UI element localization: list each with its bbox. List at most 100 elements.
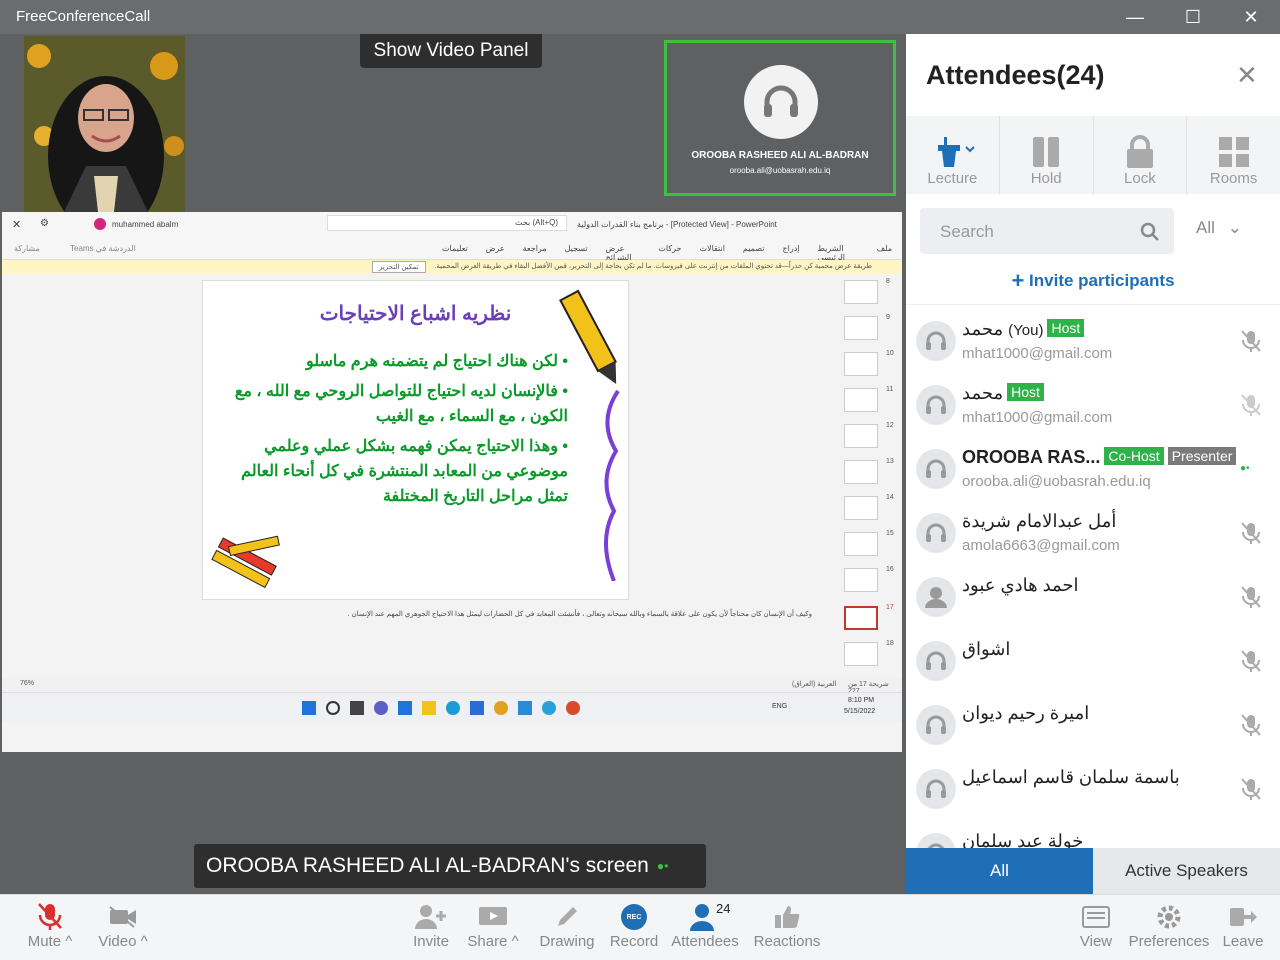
- chrome-icon: [494, 701, 508, 715]
- lock-button[interactable]: Lock: [1094, 116, 1188, 194]
- thumb-number: 15: [886, 530, 894, 537]
- hold-button[interactable]: Hold: [1000, 116, 1094, 194]
- chevron-up-icon[interactable]: ^: [141, 933, 148, 950]
- screen-owner-label: OROOBA RASHEED ALI AL-BADRAN's screen: [206, 854, 649, 877]
- leave-button[interactable]: Leave: [1220, 901, 1266, 950]
- chevron-down-icon: ⌄: [1227, 218, 1242, 237]
- attendee-row[interactable]: اشواق: [906, 629, 1280, 693]
- share-label: Share: [467, 933, 508, 950]
- attendee-email: mhat1000@gmail.com: [962, 345, 1113, 362]
- attendee-row[interactable]: احمد هادي عبود: [906, 565, 1280, 629]
- slide-bullet: • لكن هناك احتياج لم يتضمنه هرم ماسلو: [305, 353, 568, 370]
- warning-text: طريقة عرض محمية كن حذراً—قد تحتوي الملفا…: [434, 263, 872, 270]
- video-button[interactable]: Video ^: [90, 901, 156, 950]
- mic-muted-icon[interactable]: [1240, 777, 1262, 801]
- mic-muted-icon[interactable]: [1240, 393, 1262, 417]
- share-button[interactable]: Share ^: [460, 901, 526, 950]
- headset-icon: [916, 321, 956, 361]
- taskbar-clock-date: 5/15/2022: [844, 708, 876, 715]
- chevron-up-icon[interactable]: ^: [512, 933, 519, 950]
- zoom-app-icon: [518, 701, 532, 715]
- lecture-button[interactable]: Lecture: [906, 116, 1000, 194]
- attendee-row[interactable]: اميرة رحيم ديوان: [906, 693, 1280, 757]
- headset-icon: [916, 769, 956, 809]
- active-speaker-tile[interactable]: OROOBA RASHEED ALI AL-BADRAN orooba.ali@…: [664, 40, 896, 196]
- preferences-label: Preferences: [1128, 933, 1210, 950]
- search-icon: [326, 701, 340, 715]
- attendee-name: OROOBA RAS... Co-Host Presenter: [962, 447, 1237, 468]
- mute-button[interactable]: Mute ^: [18, 901, 82, 950]
- filter-dropdown[interactable]: All ⌄: [1196, 218, 1242, 238]
- rooms-button[interactable]: Rooms: [1187, 116, 1280, 194]
- reactions-button[interactable]: Reactions: [752, 901, 822, 950]
- slide-thumbnail: [844, 316, 878, 340]
- powerpoint-ribbon: ✕ ⚙ muhammed abalm بحث (Alt+Q) برنامج بن…: [2, 212, 902, 262]
- attendee-name: محمد Host: [962, 383, 1044, 404]
- close-panel-icon[interactable]: ✕: [1236, 60, 1258, 91]
- attendee-email: orooba.ali@uobasrah.edu.iq: [962, 473, 1151, 490]
- title-bar: FreeConferenceCall — ☐ ✕: [0, 0, 1280, 34]
- attendee-row[interactable]: باسمة سلمان قاسم اسماعيل: [906, 757, 1280, 821]
- attendee-row[interactable]: OROOBA RAS... Co-Host Presenter orooba.ali…: [906, 437, 1280, 501]
- attendee-row[interactable]: خولة عبد سلمان: [906, 821, 1280, 848]
- mic-muted-icon[interactable]: [1240, 521, 1262, 545]
- user-name: muhammed abalm: [112, 220, 179, 229]
- thumb-number: 18: [886, 640, 894, 647]
- panel-title: Attendees(24): [926, 60, 1105, 90]
- meeting-stage: Show Video Panel OROOBA RASHEED ALI AL-B…: [0, 34, 904, 894]
- video-off-icon: [109, 906, 136, 928]
- meeting-controls: Mute ^ Video ^ Invite Share ^ Drawing RE…: [0, 894, 1280, 960]
- thumbs-up-icon: [775, 906, 800, 928]
- attendee-row[interactable]: محمد Host mhat1000@gmail.com: [906, 373, 1280, 437]
- slide-thumbnail: [844, 496, 878, 520]
- attendee-email: amola6663@gmail.com: [962, 537, 1120, 554]
- thumb-number: 14: [886, 494, 894, 501]
- mic-muted-icon[interactable]: [1240, 713, 1262, 737]
- attendees-button[interactable]: 24 Attendees: [668, 901, 742, 950]
- chevron-up-icon[interactable]: ^: [65, 933, 72, 950]
- panel-toolbar: Lecture Hold Lock Rooms: [906, 116, 1280, 194]
- pencils-clipart: [211, 535, 280, 589]
- view-button[interactable]: View: [1074, 901, 1118, 950]
- zoom-level: 76%: [20, 680, 35, 687]
- mic-muted-icon[interactable]: [1240, 649, 1262, 673]
- mic-muted-icon[interactable]: [1240, 329, 1262, 353]
- view-icon: [1082, 906, 1110, 928]
- thumb-number: 13: [886, 458, 894, 465]
- tab-all[interactable]: All: [906, 848, 1093, 894]
- plus-icon: +: [1011, 268, 1025, 293]
- tab-active-speakers[interactable]: Active Speakers: [1093, 848, 1280, 894]
- invite-participants-link[interactable]: + Invite participants: [906, 268, 1280, 294]
- drawing-button[interactable]: Drawing: [538, 901, 596, 950]
- self-video-tile[interactable]: [24, 36, 185, 212]
- slide-thumbnail: [844, 532, 878, 556]
- record-icon: REC: [621, 904, 647, 930]
- add-user-icon: [415, 905, 446, 929]
- rooms-icon: [1218, 137, 1249, 167]
- invite-button[interactable]: Invite: [408, 901, 454, 950]
- rooms-label: Rooms: [1209, 170, 1258, 187]
- task-view-icon: [350, 701, 364, 715]
- show-video-panel-button[interactable]: Show Video Panel: [360, 34, 542, 68]
- preferences-button[interactable]: Preferences: [1126, 901, 1212, 950]
- minimize-button[interactable]: —: [1106, 0, 1164, 34]
- attendee-search-input[interactable]: Search: [920, 208, 1174, 254]
- self-video-image: [24, 36, 185, 212]
- mic-muted-icon[interactable]: [1240, 585, 1262, 609]
- close-window-button[interactable]: ✕: [1222, 0, 1280, 34]
- lock-label: Lock: [1124, 170, 1156, 187]
- maximize-button[interactable]: ☐: [1164, 0, 1222, 34]
- attendee-row[interactable]: محمد (You) Host mhat1000@gmail.com: [906, 309, 1280, 373]
- settings-icon: ⚙: [40, 218, 49, 229]
- attendee-row[interactable]: أمل عبدالامام شريدة amola6663@gmail.com: [906, 501, 1280, 565]
- attendees-panel: Attendees(24) ✕ Lecture Hold Lock Rooms …: [906, 34, 1280, 894]
- thumb-number: 8: [886, 278, 890, 285]
- thumb-number: 9: [886, 314, 890, 321]
- record-button[interactable]: REC Record: [608, 901, 660, 950]
- share-screen-icon: [479, 907, 507, 925]
- share-label: مشاركة: [14, 244, 40, 253]
- headset-icon: [916, 833, 956, 848]
- invite-label: Invite: [413, 933, 449, 950]
- slide-notes: وكيف أن الإنسان كان محتاجاً لأن يكون على…: [347, 611, 812, 618]
- folder-icon: [422, 701, 436, 715]
